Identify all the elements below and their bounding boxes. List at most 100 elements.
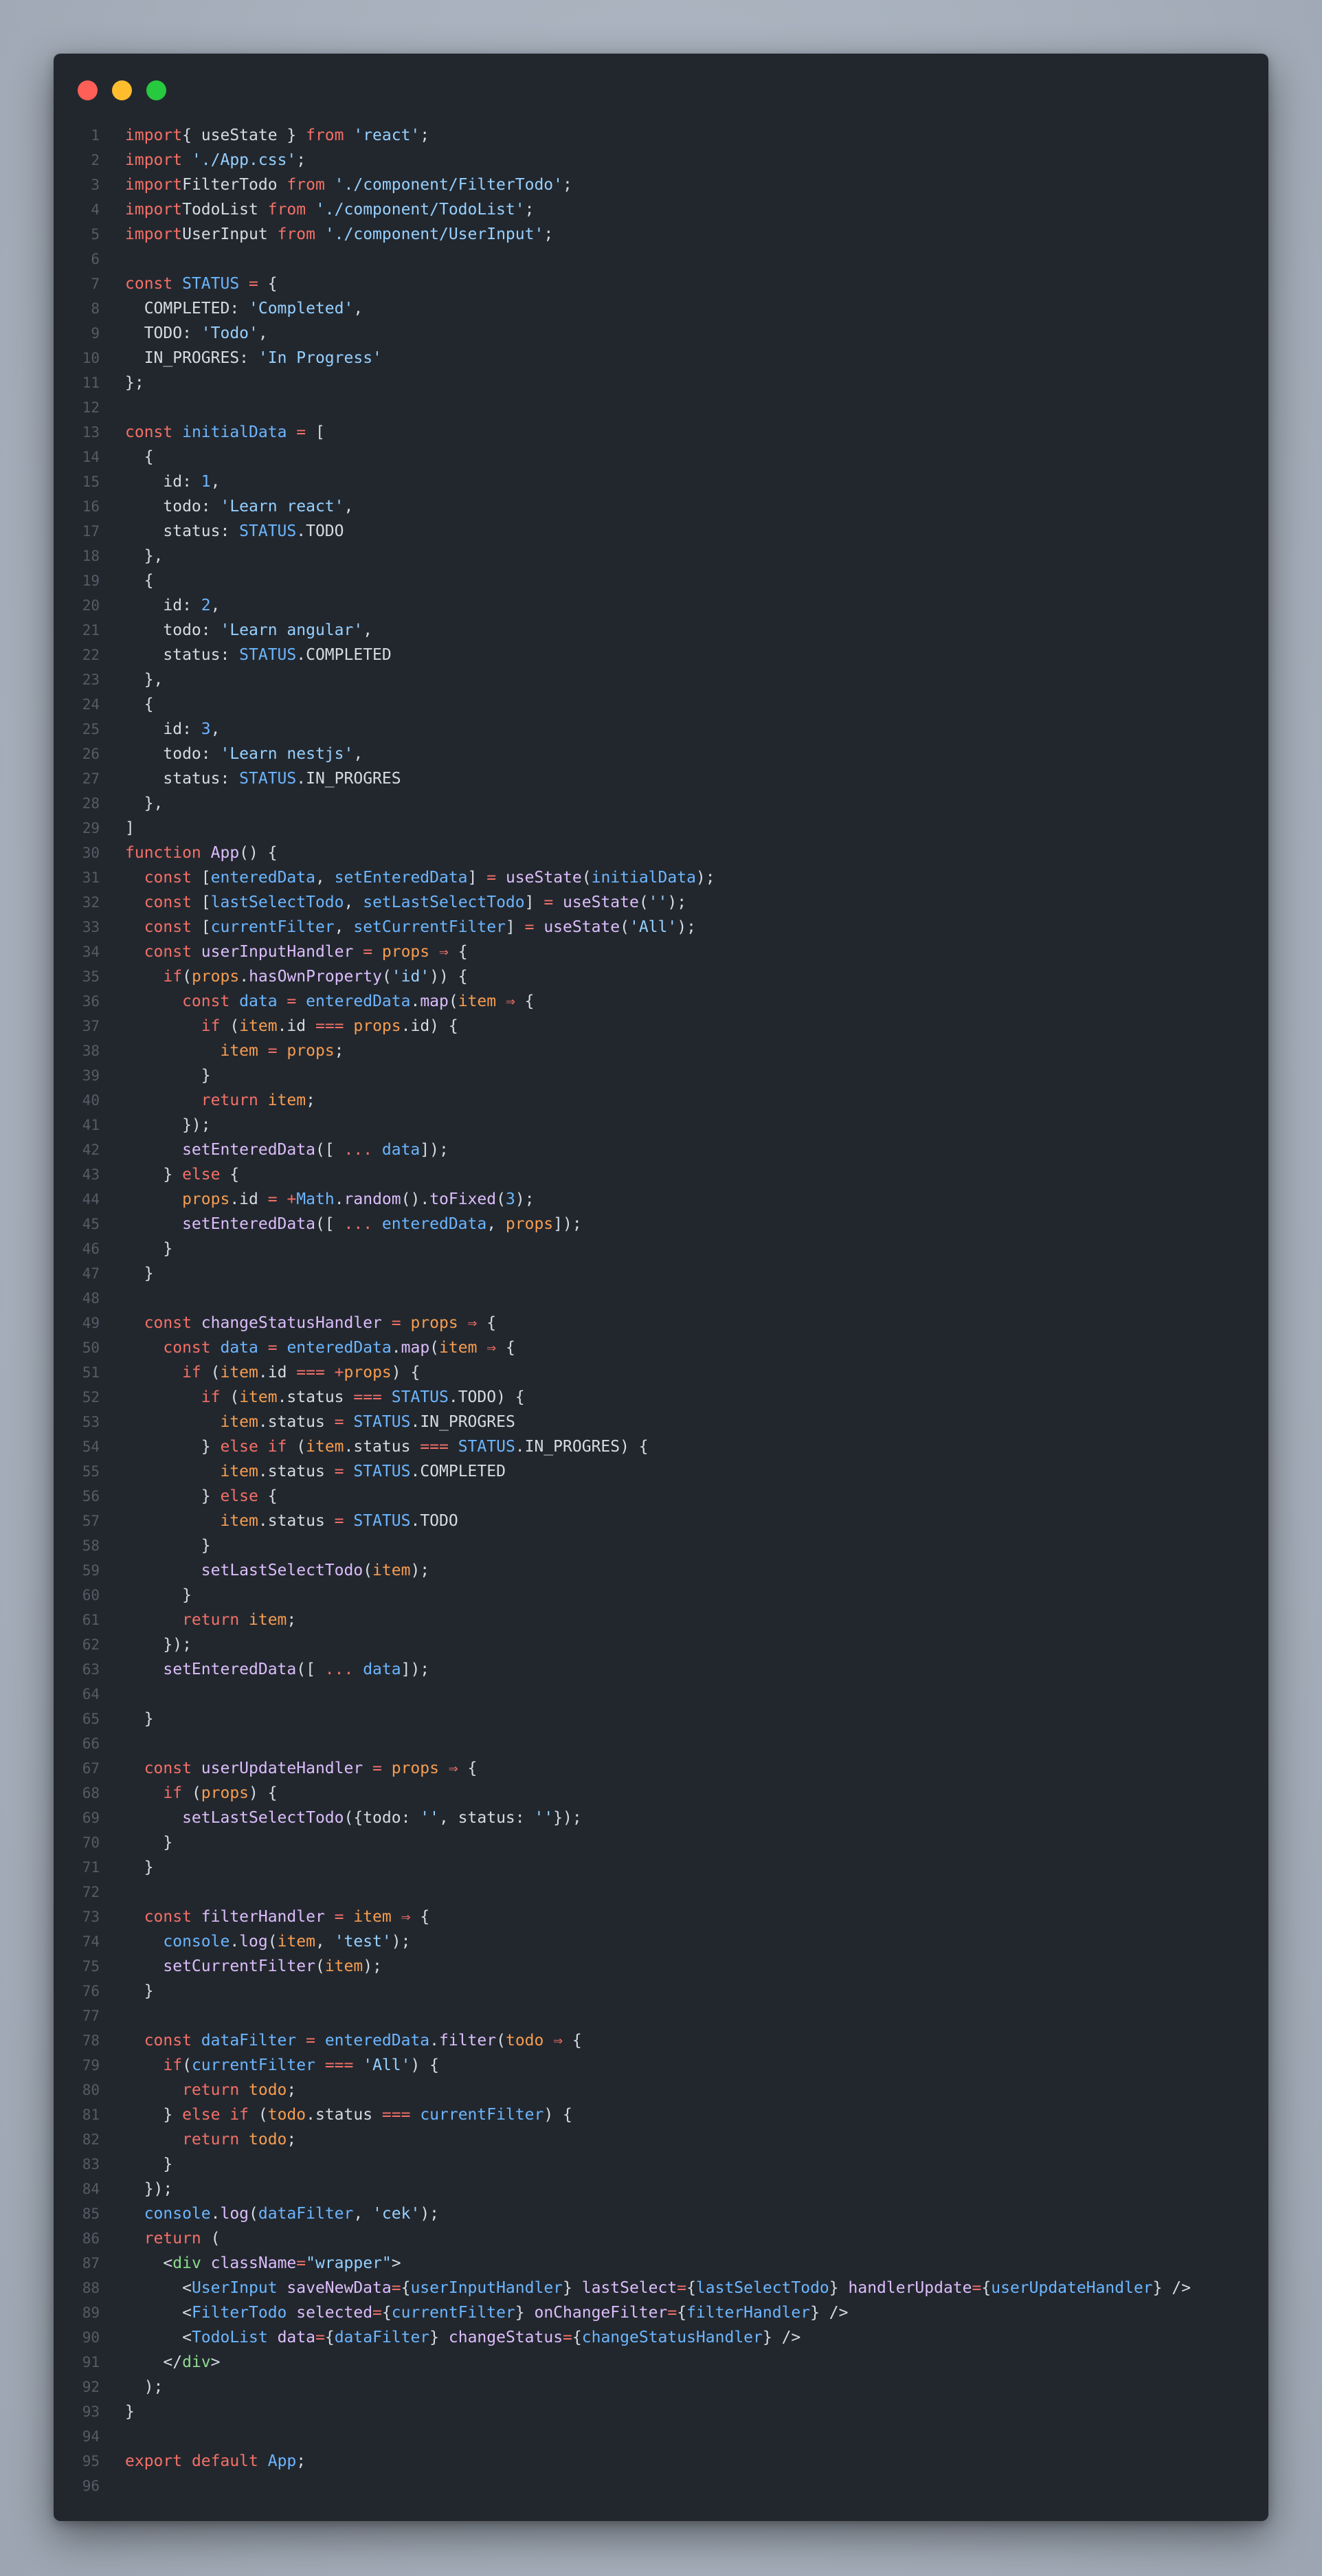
code-line: 78 const dataFilter = enteredData.filter…	[54, 2028, 1268, 2053]
code-text: },	[125, 667, 164, 692]
code-token: STATUS	[458, 1438, 515, 1456]
code-token: COMPLETED:	[125, 300, 249, 318]
code-line: 18 },	[54, 544, 1268, 568]
line-number: 94	[82, 2428, 100, 2445]
code-token: ===	[381, 2106, 411, 2124]
code-token: =	[677, 2279, 687, 2297]
code-token: setCurrentFilter	[125, 1957, 315, 1975]
maximize-button[interactable]	[146, 80, 166, 100]
code-token: onChangeFilter	[524, 2304, 668, 2322]
code-token: {	[410, 1908, 430, 1926]
code-token: .IN_PROGRES	[296, 770, 401, 788]
code-text: const filterHandler = item ⇒ {	[125, 1905, 429, 1929]
code-token: .	[410, 992, 421, 1010]
code-line: 28 },	[54, 791, 1268, 816]
line-number: 72	[82, 1884, 100, 1900]
line-number: 69	[82, 1810, 100, 1826]
line-number: 29	[82, 820, 100, 836]
code-token: =	[296, 2032, 315, 2050]
code-token: }	[125, 1265, 154, 1283]
code-token: =	[563, 2329, 572, 2346]
code-token: )) {	[429, 968, 468, 986]
code-token: ,	[353, 745, 363, 763]
code-token: div	[182, 2353, 211, 2371]
code-token: ,	[258, 324, 268, 342]
code-token: currentFilter	[210, 918, 335, 936]
code-line: 22 status: STATUS.COMPLETED	[54, 643, 1268, 667]
line-number: 61	[82, 1612, 100, 1628]
code-token: div	[172, 2254, 201, 2272]
code-token: map	[420, 992, 449, 1010]
code-token: } />	[1152, 2279, 1191, 2297]
code-token: }	[429, 2329, 440, 2346]
line-number: 14	[82, 449, 100, 465]
code-text: ]	[125, 816, 135, 841]
line-number: 70	[82, 1834, 100, 1851]
code-token: ''	[648, 893, 668, 911]
code-token: ,	[210, 720, 221, 738]
close-button[interactable]	[78, 80, 98, 100]
code-token: , status:	[438, 1809, 535, 1827]
code-token: =	[334, 1463, 344, 1480]
code-token: App	[258, 2452, 297, 2470]
code-token: props	[201, 1784, 249, 1802]
line-number: 35	[82, 968, 100, 985]
code-token: {	[677, 2304, 687, 2322]
code-token: ({todo:	[344, 1809, 421, 1827]
code-token: {	[125, 448, 154, 466]
code-token: ,	[353, 300, 363, 318]
code-text: });	[125, 2177, 173, 2201]
line-number: 93	[82, 2403, 100, 2420]
minimize-button[interactable]	[112, 80, 132, 100]
code-text: return item;	[125, 1088, 315, 1113]
code-token: 'react'	[344, 126, 421, 144]
code-line: 53 item.status = STATUS.IN_PROGRES	[54, 1410, 1268, 1434]
code-token: ;	[287, 1611, 297, 1629]
code-token: );	[667, 893, 687, 911]
line-number: 59	[82, 1562, 100, 1579]
code-text: },	[125, 791, 164, 816]
code-token: lastSelect	[572, 2279, 677, 2297]
code-line: 59 setLastSelectTodo(item);	[54, 1558, 1268, 1583]
code-token: ]	[467, 869, 487, 887]
code-token: }	[563, 2279, 572, 2297]
code-token: setCurrentFilter	[353, 918, 506, 936]
code-line: 45 setEnteredData([ ... enteredData, pro…	[54, 1212, 1268, 1236]
line-number: 1	[91, 127, 100, 144]
code-token: FilterTodo	[182, 176, 287, 194]
code-line: 80 return todo;	[54, 2078, 1268, 2102]
line-number: 15	[82, 474, 100, 490]
code-line: 25 id: 3,	[54, 717, 1268, 742]
code-line: 20 id: 2,	[54, 593, 1268, 618]
code-token: ;	[306, 1091, 315, 1109]
code-token: saveNewData	[277, 2279, 392, 2297]
code-token: 'Learn nestjs'	[220, 745, 354, 763]
code-token: item	[125, 1413, 258, 1431]
code-text: const [enteredData, setEnteredData] = us…	[125, 865, 715, 890]
code-token: ,	[334, 918, 354, 936]
code-line: 39 }	[54, 1063, 1268, 1088]
code-token: ⇒	[429, 943, 449, 961]
code-token: },	[125, 671, 164, 689]
code-line: 3 importFilterTodo from './component/Filt…	[54, 173, 1268, 197]
code-token: const	[125, 1908, 192, 1926]
code-token: userInputHandler	[191, 943, 354, 961]
code-token: {	[258, 1487, 278, 1505]
code-token: if	[125, 1388, 221, 1406]
line-number: 12	[82, 399, 100, 416]
code-token: changeStatusHandler	[581, 2329, 763, 2346]
code-token: import	[125, 176, 183, 194]
code-line: 13 const initialData = [	[54, 420, 1268, 445]
code-token: status:	[125, 522, 240, 540]
code-token: {	[981, 2279, 992, 2297]
code-token: enteredData	[306, 992, 411, 1010]
line-number: 13	[82, 424, 100, 441]
code-token: (	[182, 968, 192, 986]
code-line: 60 }	[54, 1583, 1268, 1608]
code-token: +	[287, 1190, 297, 1208]
code-token: ⇒	[438, 1759, 458, 1777]
code-line: 88 <UserInput saveNewData={userInputHand…	[54, 2276, 1268, 2300]
code-token: .IN_PROGRES) {	[515, 1438, 649, 1456]
code-token: initialData	[172, 423, 287, 441]
code-token: ,	[486, 1215, 506, 1233]
